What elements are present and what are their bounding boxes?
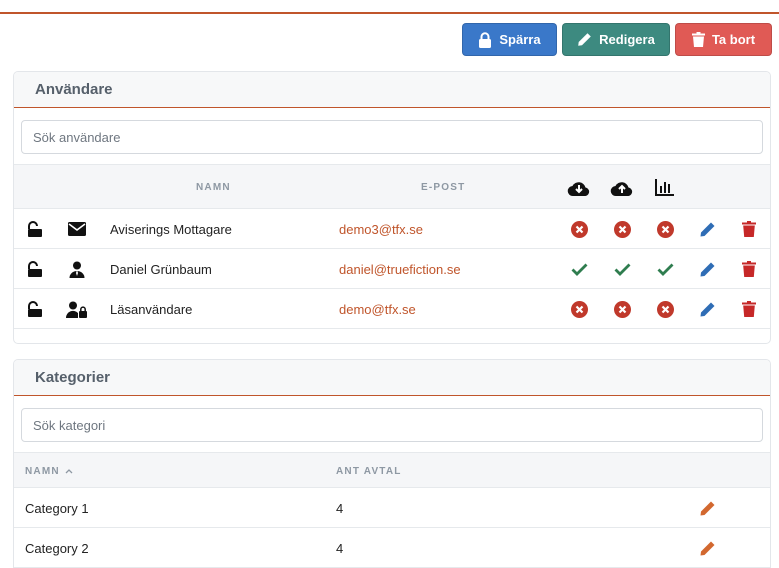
edit-pencil-icon[interactable] (696, 488, 718, 528)
envelope-icon (66, 209, 88, 249)
unlock-icon[interactable] (24, 289, 46, 329)
lock-icon (478, 31, 492, 48)
x-circle-icon[interactable] (611, 289, 633, 329)
check-icon[interactable] (568, 249, 590, 289)
lock-button-label: Spärra (499, 32, 541, 47)
lock-button[interactable]: Spärra (462, 23, 557, 56)
column-header-count[interactable]: ANT AVTAL (336, 453, 402, 489)
toolbar: Spärra Redigera Ta bort (462, 23, 772, 56)
unlock-icon[interactable] (24, 209, 46, 249)
user-name: Aviserings Mottagare (110, 221, 232, 237)
x-circle-icon[interactable] (654, 289, 676, 329)
category-count: 4 (336, 500, 344, 516)
trash-icon (691, 32, 705, 47)
users-panel-title: Användare (14, 72, 770, 108)
check-icon[interactable] (654, 249, 676, 289)
categories-panel-title: Kategorier (14, 360, 770, 396)
delete-button-label: Ta bort (711, 32, 756, 47)
user-name: Läsanvändare (110, 301, 193, 317)
trash-icon[interactable] (738, 209, 760, 249)
category-count: 4 (336, 540, 344, 556)
x-circle-icon[interactable] (568, 289, 590, 329)
delete-button[interactable]: Ta bort (675, 23, 772, 56)
column-header-name[interactable]: NAMN (25, 453, 73, 489)
check-icon[interactable] (611, 249, 633, 289)
edit-button[interactable]: Redigera (562, 23, 670, 56)
x-circle-icon[interactable] (611, 209, 633, 249)
pencil-icon (577, 32, 592, 47)
category-name: Category 1 (25, 500, 89, 516)
table-row: Daniel Grünbaum daniel@truefiction.se (14, 249, 770, 289)
edit-pencil-icon[interactable] (696, 289, 718, 329)
trash-icon[interactable] (738, 289, 760, 329)
category-search-field[interactable] (21, 408, 763, 442)
user-email[interactable]: daniel@truefiction.se (339, 249, 461, 289)
table-row: Category 2 4 (14, 528, 770, 568)
column-header-email[interactable]: E-POST (421, 165, 465, 210)
categories-panel: Kategorier NAMN ANT AVTAL Category 1 4 C… (13, 359, 771, 568)
sort-ascending-icon (65, 466, 73, 477)
user-email[interactable]: demo3@tfx.se (339, 209, 423, 249)
user-email[interactable]: demo@tfx.se (339, 289, 416, 329)
download-cloud-icon (567, 165, 591, 210)
edit-pencil-icon[interactable] (696, 249, 718, 289)
category-search-input[interactable] (33, 417, 762, 433)
edit-button-label: Redigera (599, 32, 655, 47)
column-header-name-label: NAMN (25, 465, 60, 477)
user-search-input[interactable] (33, 129, 762, 145)
category-name: Category 2 (25, 540, 89, 556)
top-accent-line (0, 12, 779, 14)
user-name: Daniel Grünbaum (110, 261, 212, 277)
users-panel: Användare NAMN E-POST Aviserings Mottaga… (13, 71, 771, 344)
x-circle-icon[interactable] (568, 209, 590, 249)
upload-cloud-icon (610, 165, 634, 210)
user-lock-icon (66, 289, 88, 329)
edit-pencil-icon[interactable] (696, 209, 718, 249)
user-search-field[interactable] (21, 120, 763, 154)
bar-chart-icon (655, 165, 675, 210)
table-row: Aviserings Mottagare demo3@tfx.se (14, 209, 770, 249)
trash-icon[interactable] (738, 249, 760, 289)
unlock-icon[interactable] (24, 249, 46, 289)
table-row: Category 1 4 (14, 488, 770, 528)
users-table-header: NAMN E-POST (14, 164, 770, 209)
table-row: Läsanvändare demo@tfx.se (14, 289, 770, 329)
column-header-name[interactable]: NAMN (196, 165, 231, 210)
x-circle-icon[interactable] (654, 209, 676, 249)
categories-table-header: NAMN ANT AVTAL (14, 452, 770, 488)
edit-pencil-icon[interactable] (696, 528, 718, 568)
user-icon (66, 249, 88, 289)
